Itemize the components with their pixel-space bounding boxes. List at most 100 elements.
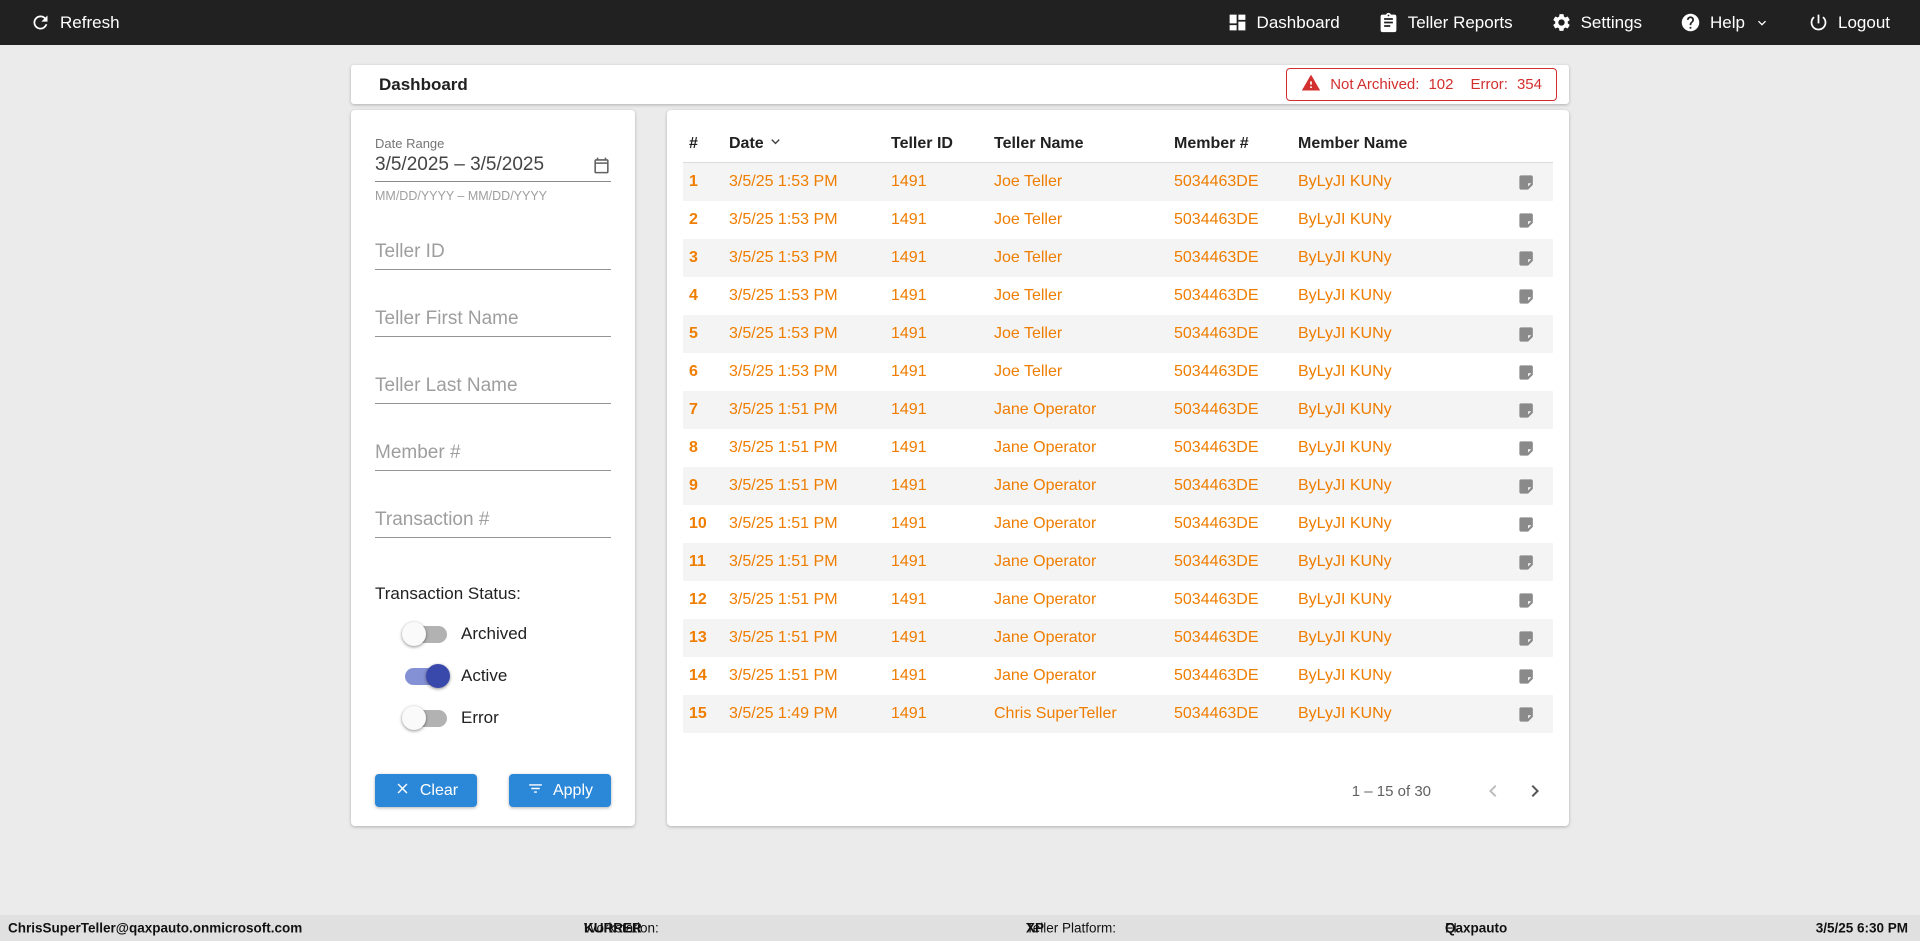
note-icon[interactable]: [1493, 173, 1553, 192]
nav-logout[interactable]: Logout: [1808, 12, 1890, 33]
next-page-button[interactable]: [1523, 779, 1547, 803]
table-row[interactable]: 9 3/5/25 1:51 PM 1491 Jane Operator 5034…: [683, 467, 1553, 505]
row-date: 3/5/25 1:51 PM: [729, 591, 838, 608]
note-icon[interactable]: [1493, 287, 1553, 306]
row-member-number: 5034463DE: [1174, 477, 1259, 494]
table-row[interactable]: 14 3/5/25 1:51 PM 1491 Jane Operator 503…: [683, 657, 1553, 695]
teller-id-input[interactable]: [375, 241, 611, 270]
warning-icon: [1301, 73, 1321, 97]
col-teller-name: Teller Name: [994, 135, 1084, 152]
refresh-button[interactable]: Refresh: [30, 12, 120, 33]
table-row[interactable]: 10 3/5/25 1:51 PM 1491 Jane Operator 503…: [683, 505, 1553, 543]
row-member-number: 5034463DE: [1174, 173, 1259, 190]
note-icon[interactable]: [1493, 667, 1553, 686]
note-icon[interactable]: [1493, 363, 1553, 382]
table-row[interactable]: 3 3/5/25 1:53 PM 1491 Joe Teller 5034463…: [683, 239, 1553, 277]
row-member-number: 5034463DE: [1174, 287, 1259, 304]
clear-button-label: Clear: [419, 781, 459, 799]
row-member-name: ByLyJI KUNy: [1298, 515, 1392, 532]
table-row[interactable]: 1 3/5/25 1:53 PM 1491 Joe Teller 5034463…: [683, 163, 1553, 201]
error-label: Error:: [1470, 76, 1508, 93]
row-date: 3/5/25 1:51 PM: [729, 401, 838, 418]
nav-help[interactable]: Help: [1680, 12, 1770, 33]
fi-value: Qaxpauto: [1445, 920, 1508, 936]
error-toggle-label: Error: [461, 708, 499, 727]
note-icon[interactable]: [1493, 515, 1553, 534]
alert-badge[interactable]: Not Archived: 102 Error: 354: [1286, 68, 1557, 101]
note-icon[interactable]: [1493, 249, 1553, 268]
active-switch[interactable]: [405, 663, 450, 688]
table-row[interactable]: 5 3/5/25 1:53 PM 1491 Joe Teller 5034463…: [683, 315, 1553, 353]
member-number-input[interactable]: [375, 442, 611, 471]
row-number: 7: [689, 401, 698, 418]
row-member-name: ByLyJI KUNy: [1298, 439, 1392, 456]
row-number: 5: [689, 325, 698, 342]
note-icon[interactable]: [1493, 211, 1553, 230]
row-teller-name: Jane Operator: [994, 591, 1097, 608]
transaction-number-input[interactable]: [375, 509, 611, 538]
clear-button[interactable]: Clear: [375, 774, 477, 807]
row-member-number: 5034463DE: [1174, 553, 1259, 570]
table-row[interactable]: 11 3/5/25 1:51 PM 1491 Jane Operator 503…: [683, 543, 1553, 581]
archived-toggle[interactable]: Archived: [375, 621, 611, 646]
note-icon[interactable]: [1493, 553, 1553, 572]
row-teller-id: 1491: [891, 401, 927, 418]
row-number: 3: [689, 249, 698, 266]
dashboard-icon: [1227, 12, 1248, 33]
table-row[interactable]: 12 3/5/25 1:51 PM 1491 Jane Operator 503…: [683, 581, 1553, 619]
row-date: 3/5/25 1:51 PM: [729, 515, 838, 532]
table-row[interactable]: 4 3/5/25 1:53 PM 1491 Joe Teller 5034463…: [683, 277, 1553, 315]
note-icon[interactable]: [1493, 705, 1553, 724]
table-row[interactable]: 15 3/5/25 1:49 PM 1491 Chris SuperTeller…: [683, 695, 1553, 733]
sort-down-icon: [767, 133, 784, 155]
note-icon[interactable]: [1493, 591, 1553, 610]
apply-button[interactable]: Apply: [509, 774, 611, 807]
row-member-name: ByLyJI KUNy: [1298, 249, 1392, 266]
table-row[interactable]: 6 3/5/25 1:53 PM 1491 Joe Teller 5034463…: [683, 353, 1553, 391]
table-row[interactable]: 8 3/5/25 1:51 PM 1491 Jane Operator 5034…: [683, 429, 1553, 467]
close-icon: [394, 780, 411, 802]
row-member-name: ByLyJI KUNy: [1298, 325, 1392, 342]
active-toggle[interactable]: Active: [375, 663, 611, 688]
row-teller-id: 1491: [891, 325, 927, 342]
nav-logout-label: Logout: [1838, 12, 1890, 32]
row-member-number: 5034463DE: [1174, 325, 1259, 342]
row-teller-name: Jane Operator: [994, 401, 1097, 418]
row-member-name: ByLyJI KUNy: [1298, 477, 1392, 494]
row-number: 2: [689, 211, 698, 228]
row-teller-name: Jane Operator: [994, 515, 1097, 532]
row-date: 3/5/25 1:53 PM: [729, 363, 838, 380]
calendar-icon[interactable]: [592, 156, 611, 175]
pagination-range: 1 – 15 of 30: [1351, 782, 1431, 800]
archived-toggle-label: Archived: [461, 624, 528, 643]
nav-teller-reports[interactable]: Teller Reports: [1378, 12, 1513, 33]
nav-settings[interactable]: Settings: [1551, 12, 1642, 33]
archived-switch[interactable]: [402, 621, 447, 646]
row-teller-id: 1491: [891, 591, 927, 608]
table-row[interactable]: 13 3/5/25 1:51 PM 1491 Jane Operator 503…: [683, 619, 1553, 657]
note-icon[interactable]: [1493, 401, 1553, 420]
note-icon[interactable]: [1493, 477, 1553, 496]
row-member-name: ByLyJI KUNy: [1298, 591, 1392, 608]
error-toggle[interactable]: Error: [375, 705, 611, 730]
note-icon[interactable]: [1493, 439, 1553, 458]
row-teller-id: 1491: [891, 667, 927, 684]
note-icon[interactable]: [1493, 325, 1553, 344]
previous-page-button[interactable]: [1481, 779, 1505, 803]
error-switch[interactable]: [402, 705, 447, 730]
col-date-sort[interactable]: Date: [723, 133, 885, 155]
nav-dashboard[interactable]: Dashboard: [1227, 12, 1340, 33]
help-icon: [1680, 12, 1701, 33]
note-icon[interactable]: [1493, 629, 1553, 648]
teller-last-name-input[interactable]: [375, 375, 611, 404]
not-archived-label: Not Archived:: [1330, 76, 1420, 93]
date-range-input[interactable]: [375, 154, 592, 176]
row-member-name: ByLyJI KUNy: [1298, 401, 1392, 418]
col-member-name: Member Name: [1298, 135, 1408, 152]
table-row[interactable]: 2 3/5/25 1:53 PM 1491 Joe Teller 5034463…: [683, 201, 1553, 239]
teller-first-name-input[interactable]: [375, 308, 611, 337]
row-number: 14: [689, 667, 707, 684]
current-datetime: 3/5/25 6:30 PM: [1815, 920, 1908, 936]
col-number: #: [689, 135, 698, 152]
table-row[interactable]: 7 3/5/25 1:51 PM 1491 Jane Operator 5034…: [683, 391, 1553, 429]
